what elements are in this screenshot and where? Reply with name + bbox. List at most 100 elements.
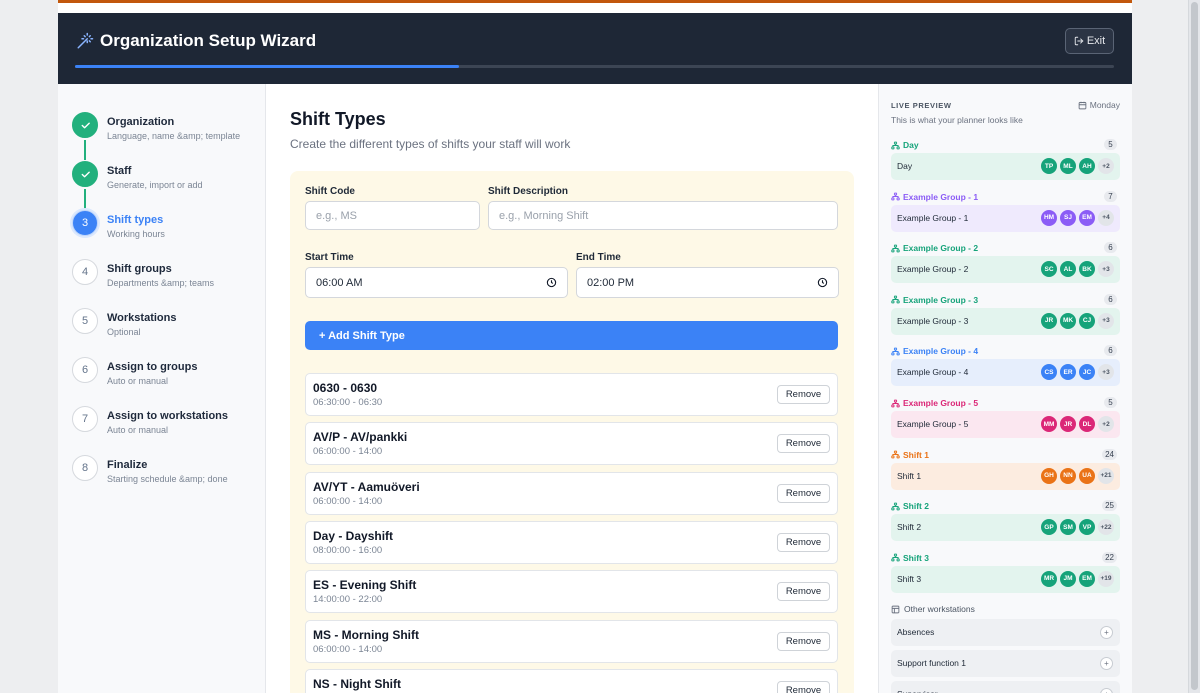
step-indicator <box>72 161 98 187</box>
step-indicator: 4 <box>72 259 98 285</box>
remove-shift-button[interactable]: Remove <box>777 631 830 651</box>
clock-icon[interactable] <box>546 277 557 288</box>
step-indicator: 5 <box>72 308 98 334</box>
step-subtitle: Optional <box>107 327 141 337</box>
avatar: ML <box>1060 158 1076 174</box>
remove-shift-button[interactable]: Remove <box>777 680 830 693</box>
remove-shift-button[interactable]: Remove <box>777 483 830 503</box>
shift-description-input[interactable]: e.g., Morning Shift <box>488 201 838 230</box>
preview-group: Example Group - 5 5 Example Group - 5 MM JR D… <box>891 397 1120 438</box>
preview-group-row[interactable]: Shift 1 GH NN UA +21 <box>891 462 1120 490</box>
preview-group-header: Example Group - 1 <box>891 192 978 202</box>
preview-group-row[interactable]: Example Group - 2 SC AL BK +3 <box>891 256 1120 284</box>
preview-group-header: Shift 1 <box>891 450 929 460</box>
step-subtitle: Generate, import or add <box>107 180 203 190</box>
preview-group-count: 6 <box>1104 242 1117 254</box>
preview-group-name: Shift 3 <box>903 552 929 563</box>
preview-group-row[interactable]: Day TP ML AH +2 <box>891 153 1120 180</box>
preview-group-row[interactable]: Example Group - 4 CS ER JC +3 <box>891 359 1120 387</box>
page-description: Create the different types of shifts you… <box>290 137 571 151</box>
step-label: Staff <box>107 165 132 177</box>
more-avatars-badge: +21 <box>1098 467 1114 484</box>
avatar-stack: CS ER JC +3 <box>1041 364 1114 381</box>
shift-type-item: 0630 - 0630 06:30:00 - 06:30 Remove <box>305 373 838 416</box>
more-avatars-badge: +4 <box>1098 209 1114 226</box>
remove-shift-button[interactable]: Remove <box>777 532 830 552</box>
shift-name: Day - Dayshift <box>313 528 394 543</box>
more-avatars-badge: +3 <box>1098 261 1114 278</box>
preview-group-count: 24 <box>1102 448 1117 460</box>
shift-name: MS - Morning Shift <box>313 627 419 642</box>
preview-group-row[interactable]: Shift 2 GP SM VP +22 <box>891 514 1120 542</box>
wizard-title-text: Organization Setup Wizard <box>100 31 317 50</box>
preview-group-row[interactable]: Example Group - 1 HM SJ EM +4 <box>891 204 1120 232</box>
workstation-name: Absences <box>897 627 935 637</box>
wizard-title: Organization Setup Wizard <box>76 31 316 51</box>
more-avatars-badge: +3 <box>1098 312 1114 329</box>
step-subtitle: Departments &amp; teams <box>107 278 215 288</box>
shift-code-input[interactable]: e.g., MS <box>305 201 480 230</box>
window-scrollbar[interactable] <box>1188 0 1200 693</box>
end-time-input[interactable]: 02:00 PM <box>576 267 839 298</box>
scrollbar-thumb[interactable] <box>1191 2 1198 690</box>
preview-group: Shift 1 24 Shift 1 GH NN UA +21 <box>891 448 1120 490</box>
step-indicator: 6 <box>72 357 98 383</box>
live-preview-panel: LIVE PREVIEW This is what your planner l… <box>878 84 1132 693</box>
plus-icon[interactable]: + <box>1100 657 1113 670</box>
preview-group: Example Group - 3 6 Example Group - 3 JR MK C… <box>891 293 1120 335</box>
wizard-step-5[interactable]: 5 Workstations Optional <box>72 308 262 348</box>
preview-group-header: Example Group - 2 <box>891 243 978 253</box>
step-label: Assign to workstations <box>107 410 229 422</box>
preview-row-name: Example Group - 4 <box>897 367 969 378</box>
wizard-step-1[interactable]: Organization Language, name &amp; templat… <box>72 112 262 160</box>
preview-row-name: Day <box>897 161 913 171</box>
avatar: HM <box>1041 209 1057 226</box>
step-label: Shift groups <box>107 263 172 275</box>
preview-group-row[interactable]: Example Group - 5 MM JR DL +2 <box>891 411 1120 438</box>
step-number: 5 <box>81 315 89 327</box>
group-icon <box>891 295 900 304</box>
start-time-input[interactable]: 06:00 AM <box>305 267 568 298</box>
shift-type-item: MS - Morning Shift 06:00:00 - 14:00 Remove <box>305 619 838 663</box>
wizard-step-6[interactable]: 6 Assign to groups Auto or manual <box>72 357 262 397</box>
wizard-step-7[interactable]: 7 Assign to workstations Auto or manual <box>72 406 262 446</box>
avatar: SJ <box>1060 209 1076 226</box>
preview-row-name: Example Group - 3 <box>897 315 969 326</box>
wizard-step-2[interactable]: Staff Generate, import or add <box>72 161 262 209</box>
preview-group: Day 5 Day TP ML AH +2 <box>891 139 1120 180</box>
remove-shift-button[interactable]: Remove <box>777 434 830 454</box>
preview-row-name: Shift 1 <box>897 470 922 481</box>
step-number: 8 <box>81 462 89 474</box>
other-workstation-item[interactable]: Supervisor + <box>891 681 1120 693</box>
shift-type-item: AV/P - AV/pankki 06:00:00 - 14:00 Remove <box>305 422 838 466</box>
remove-shift-button[interactable]: Remove <box>777 385 830 404</box>
avatar: EM <box>1079 570 1095 587</box>
other-workstation-item[interactable]: Absences + <box>891 619 1120 646</box>
shift-hours: 06:00:00 - 14:00 <box>313 446 383 458</box>
add-shift-type-button[interactable]: + Add Shift Type <box>305 321 838 350</box>
clock-icon[interactable] <box>817 277 828 288</box>
shift-name: AV/YT - Aamuöveri <box>313 479 420 494</box>
shift-hours: 06:00:00 - 14:00 <box>313 643 383 655</box>
avatar-stack: HM SJ EM +4 <box>1041 209 1114 226</box>
preview-group-row[interactable]: Shift 3 MR JM EM +19 <box>891 565 1120 593</box>
avatar: UA <box>1079 467 1095 484</box>
preview-group-name: Example Group - 2 <box>903 243 979 254</box>
group-icon <box>891 502 900 511</box>
check-icon <box>81 171 90 177</box>
preview-group-name: Example Group - 1 <box>903 191 979 202</box>
remove-shift-button[interactable]: Remove <box>777 582 830 602</box>
preview-group-count: 5 <box>1104 397 1117 408</box>
exit-button[interactable]: Exit <box>1065 28 1114 54</box>
preview-group-row[interactable]: Example Group - 3 JR MK CJ +3 <box>891 307 1120 335</box>
wizard-step-8[interactable]: 8 Finalize Starting schedule &amp; done <box>72 455 262 495</box>
plus-icon[interactable]: + <box>1100 626 1113 639</box>
wizard-step-4[interactable]: 4 Shift groups Departments &amp; teams <box>72 259 262 299</box>
preview-group-header: Example Group - 4 <box>891 346 978 356</box>
plus-icon[interactable]: + <box>1100 688 1113 693</box>
other-workstation-item[interactable]: Support function 1 + <box>891 650 1120 677</box>
shift-form-panel: Shift Code e.g., MS Shift Description e.… <box>290 171 854 693</box>
shift-type-item: Day - Dayshift 08:00:00 - 16:00 Remove <box>305 520 838 564</box>
avatar: BK <box>1079 261 1095 278</box>
wizard-step-3[interactable]: 3 Shift types Working hours <box>72 210 262 250</box>
